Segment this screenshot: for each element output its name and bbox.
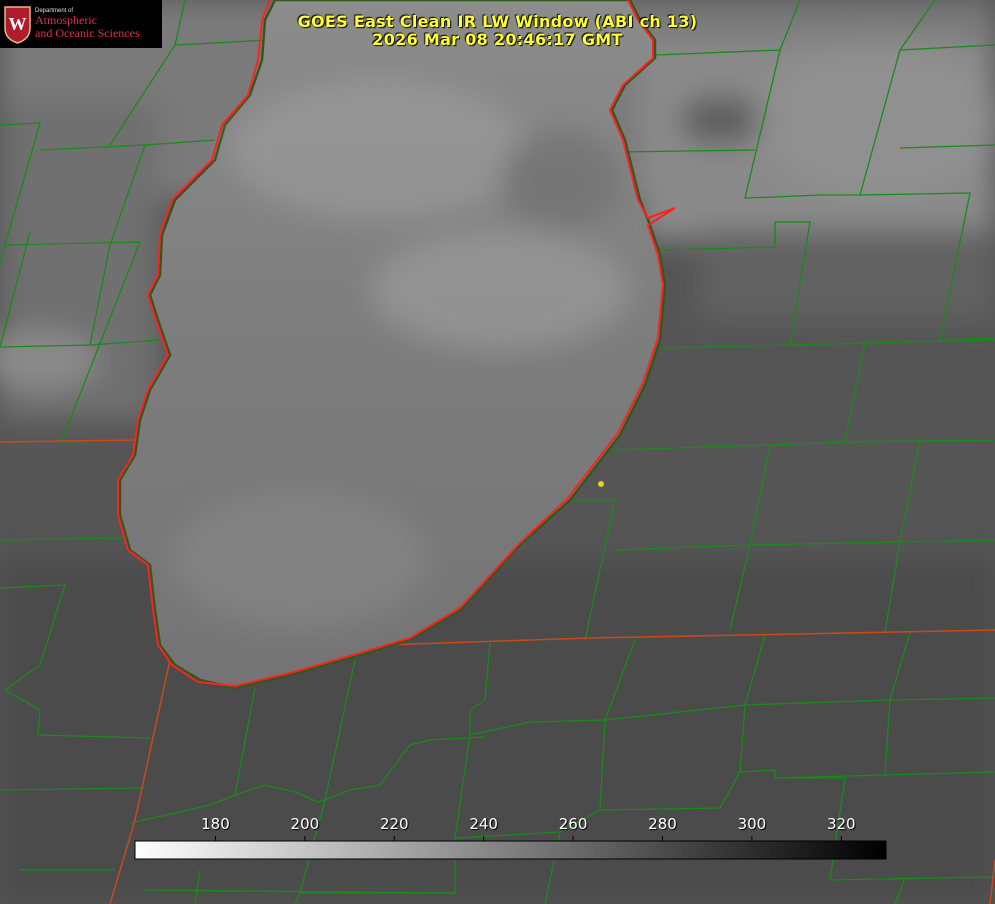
colorbar (134, 840, 887, 860)
colorbar-tick-label: 180 (201, 815, 230, 833)
logo-line-2: and Oceanic Sciences (35, 26, 140, 40)
satellite-image (0, 0, 995, 904)
uw-crest-icon: W (4, 6, 31, 44)
colorbar-tick-label: 260 (558, 815, 588, 833)
colorbar-tick-label: 200 (290, 815, 320, 833)
colorbar-tick-label: 280 (648, 815, 677, 833)
colorbar-tick-label: 320 (826, 815, 856, 833)
colorbar-tick-label: 300 (737, 815, 767, 833)
svg-text:W: W (9, 14, 27, 34)
colorbar-tick-label: 220 (379, 815, 409, 833)
colorbar-tick-label: 240 (469, 815, 498, 833)
aos-logo: W Department of Atmospheric and Oceanic … (0, 0, 162, 48)
station-marker (598, 481, 604, 487)
